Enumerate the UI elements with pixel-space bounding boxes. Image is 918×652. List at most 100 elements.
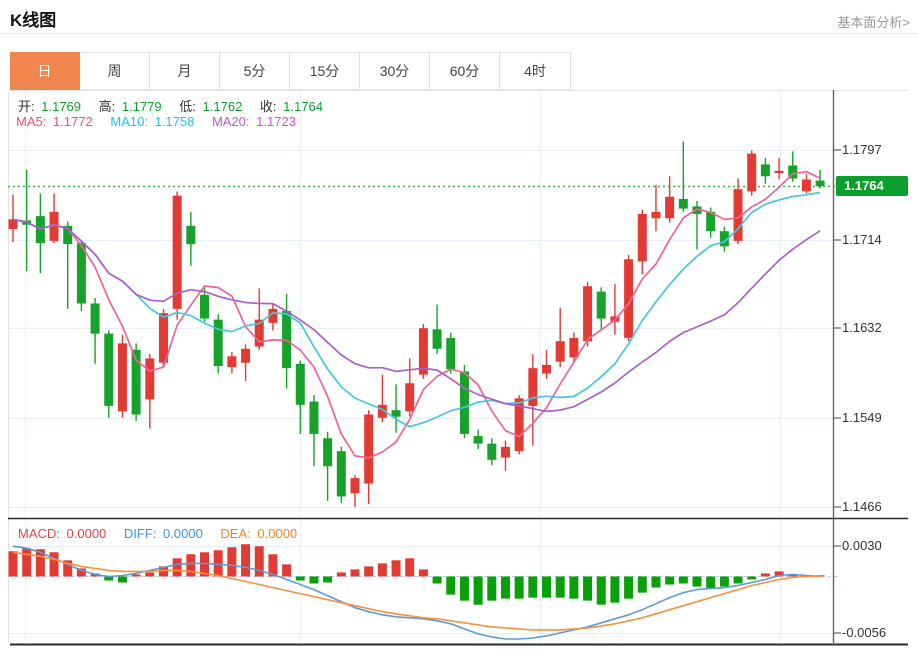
macd-histogram-bar: [117, 576, 127, 583]
diff-label: DIFF:: [123, 526, 157, 541]
candle-body: [678, 198, 688, 209]
candle-body: [405, 383, 415, 412]
candle-body: [801, 179, 811, 192]
macd-histogram-bar: [432, 576, 442, 584]
macd-histogram-bar: [665, 576, 675, 585]
open-value: 1.1769: [41, 99, 82, 114]
y-axis-label: 1.1797: [842, 142, 882, 157]
macd-histogram-bar: [336, 572, 346, 577]
candle-body: [583, 286, 593, 342]
macd-histogram-bar: [131, 574, 141, 577]
candle-body: [569, 337, 579, 358]
diff-value: 0.0000: [163, 526, 203, 541]
candle-body: [459, 371, 469, 434]
ma5-value: 1.1772: [52, 114, 93, 129]
ma10-value: 1.1758: [154, 114, 195, 129]
macd-histogram-bar: [692, 576, 702, 587]
macd-histogram-bar: [309, 576, 319, 584]
macd-histogram-bar: [49, 552, 59, 577]
low-label: 低:: [179, 99, 196, 114]
candle-body: [76, 243, 86, 304]
ma20-value: 1.1723: [256, 114, 296, 129]
macd-histogram-bar: [227, 547, 237, 577]
macd-histogram-bar: [760, 573, 770, 577]
y-axis-label: 1.1632: [842, 320, 882, 335]
high-label: 高:: [98, 99, 116, 114]
open-label: 开:: [18, 99, 35, 114]
macd-histogram-bar: [8, 551, 18, 577]
candle-body: [200, 294, 210, 319]
candle-body: [487, 443, 497, 460]
candle-body: [186, 225, 196, 245]
macd-histogram-bar: [405, 558, 415, 577]
candle-body: [145, 358, 155, 400]
macd-histogram-bar: [213, 550, 223, 577]
macd-histogram-bar: [391, 560, 401, 577]
macd-histogram-bar: [651, 576, 661, 588]
y-axis-label: 1.1549: [842, 410, 882, 425]
macd-label: MACD:: [18, 526, 60, 541]
candle-body: [637, 213, 647, 262]
macd-histogram-bar: [719, 576, 729, 587]
macd-histogram-bar: [569, 576, 579, 599]
dea-label: DEA:: [220, 526, 251, 541]
macd-histogram-bar: [583, 576, 593, 601]
macd-histogram-bar: [186, 554, 196, 577]
candle-body: [309, 401, 319, 434]
candle-body: [241, 348, 251, 363]
macd-histogram-bar: [282, 564, 292, 577]
candle-body: [651, 211, 661, 219]
macd-histogram-bar: [555, 576, 565, 598]
kline-widget: K线图 基本面分析> 日周月 5分 15分 30分 60分 4时 开: 1.1769 高:…: [0, 0, 918, 652]
close-value: 1.1764: [283, 99, 323, 114]
candle-body: [774, 170, 784, 174]
candle-body: [446, 337, 456, 370]
macd-histogram-bar: [637, 576, 647, 593]
macd-histogram-bar: [350, 569, 360, 577]
candle-body: [364, 414, 374, 484]
macd-histogram-bar: [459, 576, 469, 601]
candle-body: [665, 196, 675, 219]
macd-histogram-bar: [733, 576, 743, 584]
macd-histogram-bar: [514, 576, 524, 599]
candle-body: [336, 451, 346, 497]
ma-legend: MA5: 1.1772 MA10: 1.1758 MA20: 1.1723: [16, 114, 299, 129]
candle-body: [391, 410, 401, 417]
candle-body: [117, 343, 127, 412]
candle-body: [528, 368, 538, 406]
diff-line: [12, 545, 821, 640]
candle-body: [760, 164, 770, 177]
ma10-label: MA10:: [110, 114, 148, 129]
candle-body: [500, 446, 510, 458]
low-value: 1.1762: [202, 99, 243, 114]
macd-histogram-bar: [295, 576, 305, 581]
candle-body: [295, 363, 305, 405]
candle-body: [747, 153, 757, 192]
macd-histogram-bar: [418, 569, 428, 577]
macd-histogram-bar: [610, 576, 620, 603]
y-axis-label: -0.0056: [842, 625, 887, 640]
macd-histogram-bar: [22, 548, 32, 577]
high-value: 1.1779: [121, 99, 162, 114]
candle-body: [596, 291, 606, 319]
macd-histogram-bar: [323, 576, 333, 583]
macd-histogram-bar: [241, 544, 251, 577]
candle-body: [104, 333, 114, 406]
ma5-line: [12, 170, 821, 459]
ma5-label: MA5:: [16, 114, 47, 129]
macd-histogram-bar: [747, 576, 757, 580]
candle-body: [555, 341, 565, 362]
macd-histogram-bar: [446, 576, 456, 595]
macd-histogram-bar: [528, 576, 538, 598]
macd-histogram-bar: [377, 563, 387, 577]
macd-histogram-bar: [706, 576, 716, 589]
macd-histogram-bar: [678, 576, 688, 584]
candle-body: [213, 319, 223, 366]
ma20-label: MA20:: [211, 114, 250, 129]
candle-body: [90, 303, 100, 334]
dea-value: 0.0000: [257, 526, 298, 541]
y-axis-label: 1.1466: [842, 499, 882, 514]
candle-body: [473, 436, 483, 444]
candle-body: [815, 180, 825, 186]
candle-body: [350, 478, 360, 494]
